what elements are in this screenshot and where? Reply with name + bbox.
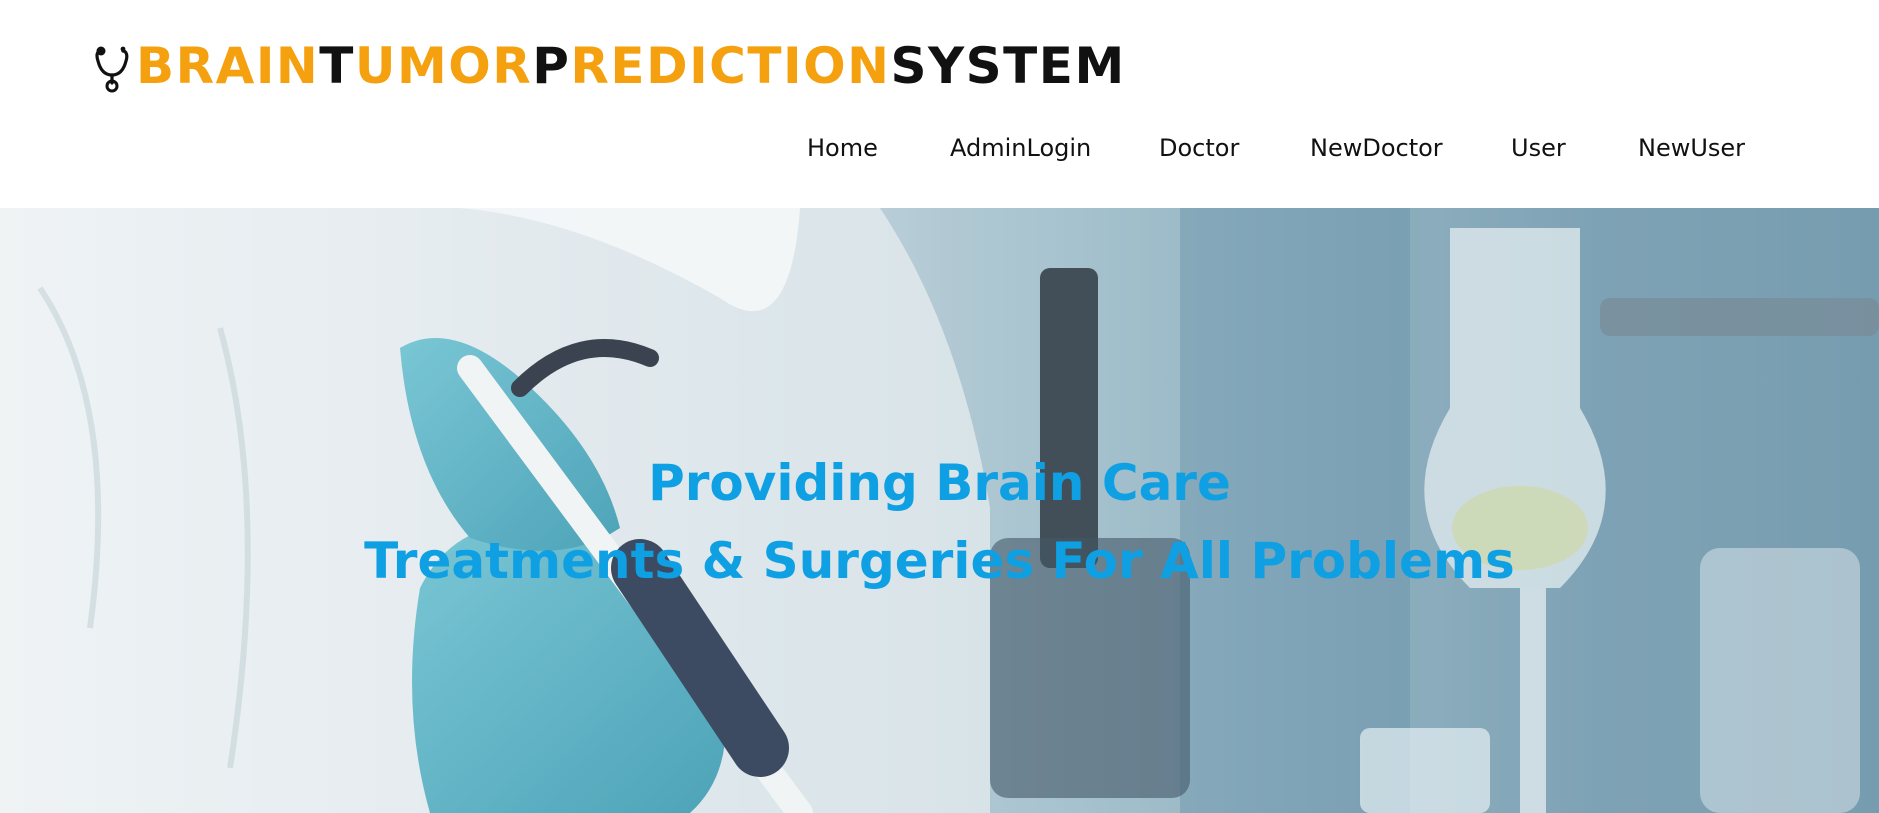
hero-banner: Providing Brain Care Treatments & Surger… <box>0 208 1879 813</box>
main-nav: Home AdminLogin Doctor NewDoctor User Ne… <box>0 130 1879 166</box>
nav-home-link[interactable]: Home <box>807 130 878 166</box>
brand-part: UMOR <box>354 37 533 95</box>
hero-line-2: Treatments & Surgeries For All Problems <box>364 532 1515 590</box>
brand-title: BRAINTUMORPREDICTIONSYSTEM <box>136 36 1126 96</box>
brand-part: RAIN <box>175 37 320 95</box>
brand-part: T <box>319 37 355 95</box>
hero-line-1: Providing Brain Care <box>648 454 1231 512</box>
nav-adminlogin-link[interactable]: AdminLogin <box>950 130 1091 166</box>
brand-part: REDICTION <box>570 37 891 95</box>
nav-newuser-link[interactable]: NewUser <box>1638 130 1745 166</box>
nav-user-link[interactable]: User <box>1511 130 1566 166</box>
hero-heading: Providing Brain Care Treatments & Surger… <box>0 444 1879 600</box>
brand-logo[interactable]: BRAINTUMORPREDICTIONSYSTEM <box>92 36 1126 96</box>
brand-part: P <box>532 37 571 95</box>
nav-newdoctor-link[interactable]: NewDoctor <box>1310 130 1443 166</box>
site-header: BRAINTUMORPREDICTIONSYSTEM Home AdminLog… <box>0 0 1879 208</box>
brand-part: SYSTEM <box>890 37 1126 95</box>
nav-doctor-link[interactable]: Doctor <box>1159 130 1239 166</box>
brand-part: B <box>136 37 176 95</box>
stethoscope-icon <box>95 46 129 93</box>
